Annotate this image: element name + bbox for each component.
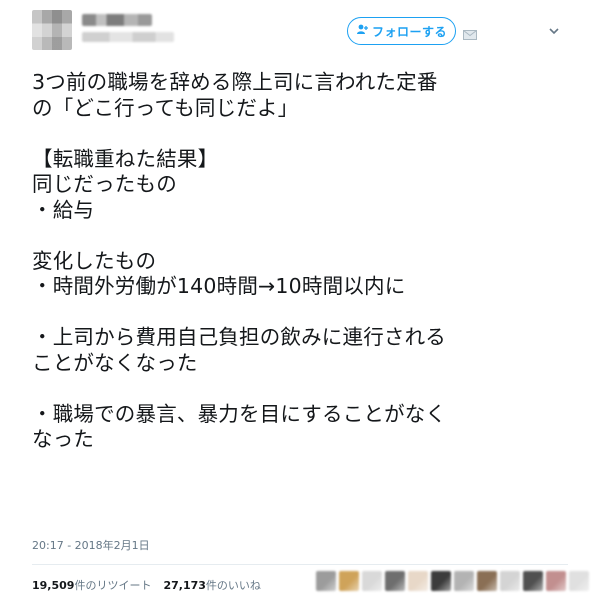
tweet-card: フォローする 3つ前の職場を辞める際上司に言われた定番 の「どこ行っても同じだよ」…: [0, 0, 600, 600]
liker-avatar[interactable]: [339, 571, 359, 591]
liker-avatar[interactable]: [408, 571, 428, 591]
tweet-line: [32, 376, 572, 402]
liker-avatar[interactable]: [569, 571, 589, 591]
tweet-line: の「どこ行っても同じだよ」: [32, 95, 299, 120]
tweet-text: 3つ前の職場を辞める際上司に言われた定番 の「どこ行っても同じだよ」 【転職重ねた結…: [32, 70, 572, 453]
liker-avatar[interactable]: [454, 571, 474, 591]
liker-avatar[interactable]: [385, 571, 405, 591]
tweet-line: 変化したもの: [32, 248, 157, 273]
tweet-stats: 19,509 件のリツイート 27,173 件のいいね: [32, 577, 261, 593]
username-blurred[interactable]: [82, 32, 174, 42]
tweet-line: [32, 223, 572, 249]
tweet-line: ・上司から費用自己負担の飲みに連行される: [32, 325, 446, 349]
liker-avatar[interactable]: [500, 571, 520, 591]
likes-label[interactable]: 件のいいね: [206, 577, 261, 593]
tweet-line: なった: [32, 427, 95, 451]
retweets-label[interactable]: 件のリツイート: [74, 577, 151, 593]
liker-avatar[interactable]: [316, 571, 336, 591]
retweets-count[interactable]: 19,509: [32, 579, 74, 592]
chevron-down-icon[interactable]: [548, 22, 560, 35]
tweet-line: 3つ前の職場を辞める際上司に言われた定番: [32, 70, 438, 94]
liker-avatar[interactable]: [362, 571, 382, 591]
tweet-line: ・職場での暴言、暴力を目にすることがなく: [32, 401, 447, 426]
person-add-icon: [356, 23, 369, 40]
liker-avatar[interactable]: [546, 571, 566, 591]
likes-count[interactable]: 27,173: [163, 579, 205, 592]
tweet-line: [32, 300, 572, 326]
tweet-timestamp[interactable]: 20:17 - 2018年2月1日: [32, 537, 150, 553]
tweet-line: ・時間外労働が140時間→10時間以内に: [32, 274, 406, 298]
tweet-line: [32, 121, 572, 147]
liker-avatar[interactable]: [477, 571, 497, 591]
tweet-line: 【転職重ねた結果】: [32, 146, 219, 171]
follow-button-label: フォローする: [371, 24, 447, 39]
follow-button[interactable]: フォローする: [347, 17, 456, 45]
liker-avatar[interactable]: [431, 571, 451, 591]
tweet-line: 同じだったもの: [32, 172, 177, 196]
divider: [32, 564, 568, 565]
tweet-line: ・給与: [32, 197, 95, 222]
avatar[interactable]: [32, 10, 72, 50]
display-name-blurred[interactable]: [82, 14, 152, 26]
liker-avatar[interactable]: [523, 571, 543, 591]
tweet-line: ことがなくなった: [32, 350, 198, 375]
envelope-icon[interactable]: [463, 25, 477, 40]
liker-avatars: [316, 571, 589, 591]
